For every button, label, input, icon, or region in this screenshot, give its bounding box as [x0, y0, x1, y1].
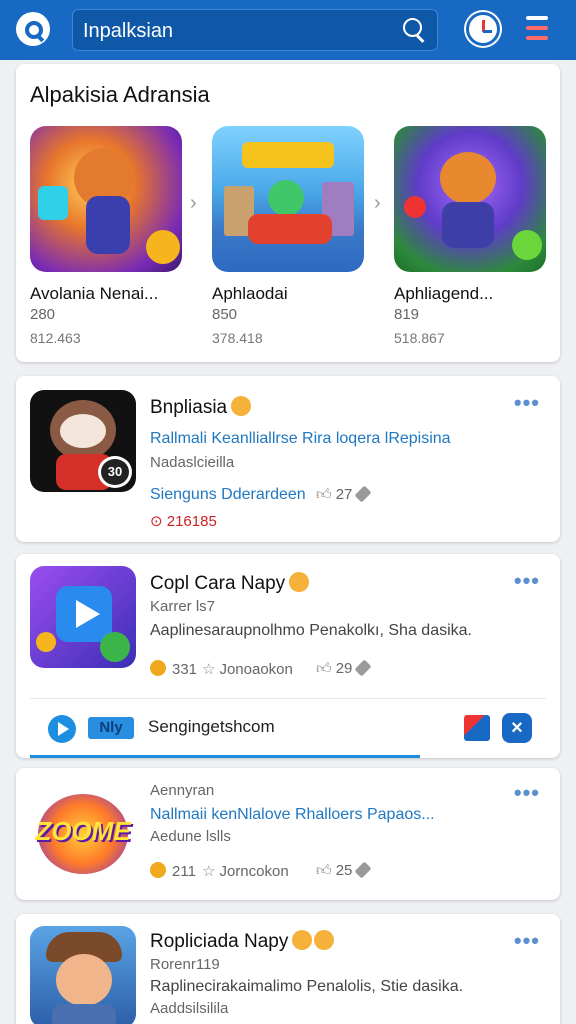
emoji-icon: [314, 930, 335, 950]
likes-stat[interactable]: 👍︎ 25: [316, 861, 372, 880]
chevron-right-icon[interactable]: ›: [190, 192, 197, 215]
featured-item[interactable]: Aphliagend... 819 518.867: [394, 126, 562, 346]
ad-brand-logo: Nly: [88, 717, 134, 739]
coins-stat: 211: [150, 862, 196, 880]
thumbs-up-icon: 👍︎: [316, 660, 332, 677]
history-icon[interactable]: [466, 12, 500, 46]
menu-icon[interactable]: [526, 16, 552, 42]
app-price: ⊙ 216185: [150, 513, 217, 530]
price-icon: ⊙: [150, 513, 167, 530]
star-icon: ☆: [202, 863, 216, 880]
section-title: Alpakisia Adransia: [30, 82, 210, 107]
item-name: Aphlaodai: [212, 284, 288, 303]
ad-progress: [30, 755, 420, 758]
featured-item[interactable]: Aphlaodai 850 378.418: [212, 126, 380, 346]
zoome-logo: ZOOME: [35, 816, 131, 846]
ad-text[interactable]: Sengingetshcom: [148, 717, 275, 737]
search-input[interactable]: Inpalksian: [72, 9, 438, 51]
edit-icon: [354, 485, 372, 503]
star-icon: ☆: [202, 661, 216, 678]
app-card[interactable]: Ropliciada Napy ••• Rorenr119 Raplinecir…: [16, 914, 560, 1024]
app-icon[interactable]: ZOOME: [30, 782, 136, 884]
app-icon[interactable]: 30: [30, 390, 136, 492]
edit-icon: [354, 861, 372, 879]
more-options-icon[interactable]: •••: [514, 928, 540, 954]
app-title: Aennyran: [150, 782, 215, 799]
app-badge: 30: [98, 456, 132, 488]
item-count: 280: [30, 306, 56, 323]
edit-icon: [354, 659, 372, 677]
app-card[interactable]: Copl Cara Napy ••• Karrer ls7 Aaplinesar…: [16, 554, 560, 758]
app-title: Ropliciada Napy: [150, 930, 335, 953]
search-value: Inpalksian: [83, 20, 174, 42]
emoji-icon: [289, 572, 310, 592]
thumbs-up-icon: 👍︎: [316, 486, 332, 503]
more-options-icon[interactable]: •••: [514, 390, 540, 416]
featured-item[interactable]: Avolania Nenai... 280 812.463: [30, 126, 198, 346]
emoji-icon: [292, 930, 313, 950]
app-logo-icon[interactable]: [16, 12, 50, 46]
app-title: Bnpliasia: [150, 396, 252, 419]
more-options-icon[interactable]: •••: [514, 780, 540, 806]
coins-stat: 331: [150, 660, 197, 678]
app-meta: Karrer ls7: [150, 598, 216, 615]
app-subtitle: Rallmali Keanlliallrse Rira loqera lRepi…: [150, 430, 451, 447]
item-name: Aphliagend...: [394, 284, 494, 303]
coin-icon: [150, 862, 166, 878]
app-meta: Rorenr119: [150, 956, 220, 973]
app-icon[interactable]: [30, 926, 136, 1024]
game-thumbnail[interactable]: [212, 126, 364, 272]
item-sub: 378.418: [212, 330, 263, 346]
close-icon[interactable]: ×: [502, 713, 532, 743]
item-sub: 812.463: [30, 330, 81, 346]
app-icon[interactable]: [30, 566, 136, 668]
emoji-icon: [231, 396, 252, 416]
ad-banner[interactable]: Nly Sengingetshcom ×: [30, 698, 546, 758]
reviews-stat[interactable]: ☆ Jorncokon: [202, 862, 289, 880]
play-icon[interactable]: [48, 715, 76, 743]
app-card[interactable]: 30 Bnpliasia ••• Rallmali Keanlliallrse …: [16, 376, 560, 542]
item-count: 819: [394, 306, 420, 323]
coin-icon: [150, 660, 166, 676]
item-sub: 518.867: [394, 330, 445, 346]
item-name: Avolania Nenai...: [30, 284, 159, 303]
app-description: Raplinecirakaimalimo Penalolis, Stie das…: [150, 978, 464, 995]
app-description: Aaplinesaraupnolhmo Penakolkı, Sha dasik…: [150, 622, 472, 639]
more-options-icon[interactable]: •••: [514, 568, 540, 594]
game-thumbnail[interactable]: [394, 126, 546, 272]
thumbs-up-icon: 👍︎: [316, 862, 332, 879]
game-thumbnail[interactable]: [30, 126, 182, 272]
chevron-right-icon[interactable]: ›: [374, 192, 381, 215]
app-tags[interactable]: Sienguns Dderardeen: [150, 486, 306, 504]
app-card[interactable]: ZOOME Aennyran ••• Nallmaii kenNlalove R…: [16, 768, 560, 900]
ad-info-icon[interactable]: [464, 715, 490, 741]
likes-stat[interactable]: 👍︎ 29: [316, 659, 372, 678]
app-subtitle: Nallmaii kenNlalove Rhalloers Papaos...: [150, 806, 435, 823]
search-icon[interactable]: [403, 18, 427, 42]
app-title: Copl Cara Napy: [150, 572, 310, 595]
item-count: 850: [212, 306, 238, 323]
top-bar: Inpalksian: [0, 0, 576, 60]
app-meta: Aedune lslls: [150, 828, 231, 845]
reviews-stat[interactable]: ☆ Jonoaokon: [202, 660, 293, 678]
app-meta: Nadaslcieilla: [150, 454, 235, 471]
likes-stat[interactable]: 👍︎ 27: [316, 485, 372, 504]
app-meta-2: Aaddsilsilila: [150, 1000, 229, 1017]
featured-section: Alpakisia Adransia Avolania Nenai... 280…: [16, 64, 560, 362]
